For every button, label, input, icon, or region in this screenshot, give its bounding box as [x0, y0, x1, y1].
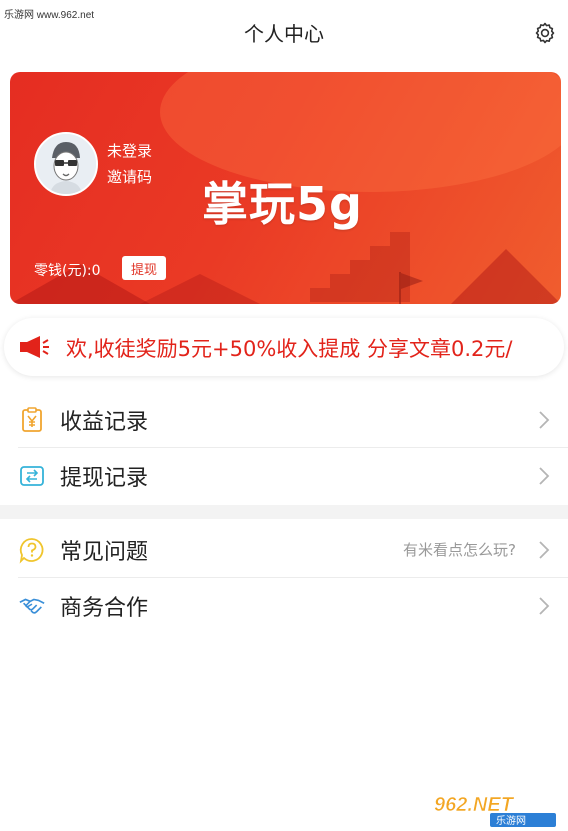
settings-button[interactable] — [532, 20, 558, 46]
menu-item-business-cooperation[interactable]: 商务合作 — [0, 578, 568, 633]
chevron-right-icon — [539, 596, 550, 615]
avatar-icon — [36, 134, 96, 194]
gear-icon — [535, 22, 555, 44]
avatar[interactable] — [34, 132, 98, 196]
site-watermark-logo: 962.NET 乐游网 — [434, 794, 556, 827]
withdraw-button[interactable]: 提现 — [122, 256, 167, 280]
chevron-right-icon — [539, 410, 550, 429]
menu-item-label: 收益记录 — [60, 409, 149, 435]
question-bubble-icon — [18, 536, 46, 564]
login-status[interactable]: 未登录 — [107, 140, 152, 161]
menu-item-faq[interactable]: 常见问题 有米看点怎么玩? — [0, 522, 568, 577]
page-header: 个人中心 — [0, 0, 568, 64]
chevron-right-icon — [539, 466, 550, 485]
svg-text:乐游网: 乐游网 — [496, 814, 526, 827]
brand-title: 掌玩5g — [202, 177, 363, 231]
menu-item-withdraw-record[interactable]: 提现记录 — [0, 448, 568, 503]
page-title: 个人中心 — [244, 21, 324, 46]
announcement-text: 欢,收徒奖励5元+50%收入提成 分享文章0.2元/ — [66, 337, 513, 361]
menu-item-earnings-record[interactable]: 收益记录 — [0, 392, 568, 447]
card-decoration — [451, 249, 561, 304]
wallet-yen-icon — [18, 406, 46, 434]
flag-icon — [399, 272, 423, 304]
announcement-marquee[interactable]: 欢,收徒奖励5元+50%收入提成 分享文章0.2元/ — [4, 318, 564, 376]
transfer-card-icon — [18, 462, 46, 490]
menu-item-label: 商务合作 — [60, 595, 149, 621]
svg-text:962.NET: 962.NET — [434, 794, 515, 816]
menu-item-hint: 有米看点怎么玩? — [403, 541, 516, 559]
handshake-icon — [18, 592, 46, 620]
menu-item-label: 常见问题 — [60, 539, 149, 565]
section-gap — [0, 505, 568, 519]
profile-card: 未登录 邀请码 掌玩5g 零钱(元):0 提现 — [10, 72, 561, 304]
balance-label: 零钱(元):0 — [34, 263, 101, 279]
invite-code-label: 邀请码 — [107, 168, 153, 186]
menu-item-label: 提现记录 — [60, 465, 149, 491]
megaphone-icon — [20, 336, 49, 358]
chevron-right-icon — [539, 540, 550, 559]
